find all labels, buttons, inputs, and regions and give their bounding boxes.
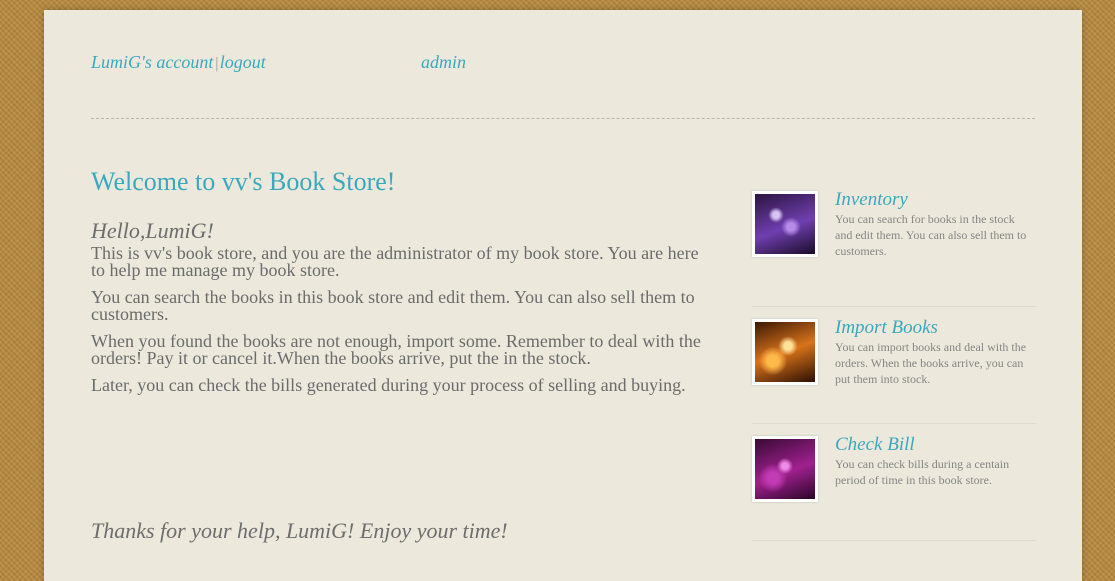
page-title: Welcome to vv's Book Store! bbox=[91, 167, 396, 196]
sidebar-item-inventory: Inventory You can search for books in th… bbox=[752, 190, 1036, 307]
greeting: Hello,LumiG! bbox=[91, 217, 214, 243]
check-bill-description: You can check bills during a centain per… bbox=[835, 457, 1010, 487]
account-separator: | bbox=[214, 55, 219, 72]
import-paragraph: When you found the books are not enough,… bbox=[91, 330, 701, 368]
intro-paragraph: This is vv's book store, and you are the… bbox=[91, 242, 699, 280]
admin-link[interactable]: admin bbox=[421, 52, 466, 73]
check-bill-thumbnail-icon[interactable] bbox=[752, 436, 818, 502]
inventory-thumbnail-icon[interactable] bbox=[752, 191, 818, 257]
main-content: Welcome to vv's Book Store! Hello,LumiG!… bbox=[91, 167, 711, 404]
sidebar-item-import-books: Import Books You can import books and de… bbox=[752, 307, 1036, 424]
account-link[interactable]: LumiG's account bbox=[91, 52, 213, 72]
thanks-message: Thanks for your help, LumiG! Enjoy your … bbox=[91, 518, 508, 543]
account-bar: LumiG's account|logout bbox=[91, 52, 266, 73]
inventory-link[interactable]: Inventory bbox=[835, 190, 1035, 210]
import-books-description: You can import books and deal with the o… bbox=[835, 340, 1027, 386]
sidebar-item-text: Import Books You can import books and de… bbox=[835, 318, 1035, 387]
bills-paragraph: Later, you can check the bills generated… bbox=[91, 374, 686, 395]
sidebar: Inventory You can search for books in th… bbox=[752, 190, 1036, 541]
sidebar-item-check-bill: Check Bill You can check bills during a … bbox=[752, 424, 1036, 541]
header-divider bbox=[91, 118, 1035, 119]
logout-link[interactable]: logout bbox=[220, 52, 266, 72]
page-container: LumiG's account|logout admin Welcome to … bbox=[44, 10, 1082, 581]
check-bill-link[interactable]: Check Bill bbox=[835, 435, 1035, 455]
inventory-description: You can search for books in the stock an… bbox=[835, 212, 1027, 258]
sidebar-item-text: Check Bill You can check bills during a … bbox=[835, 435, 1035, 488]
import-books-thumbnail-icon[interactable] bbox=[752, 319, 818, 385]
sidebar-item-text: Inventory You can search for books in th… bbox=[835, 190, 1035, 259]
search-paragraph: You can search the books in this book st… bbox=[91, 286, 695, 324]
import-books-link[interactable]: Import Books bbox=[835, 318, 1035, 338]
